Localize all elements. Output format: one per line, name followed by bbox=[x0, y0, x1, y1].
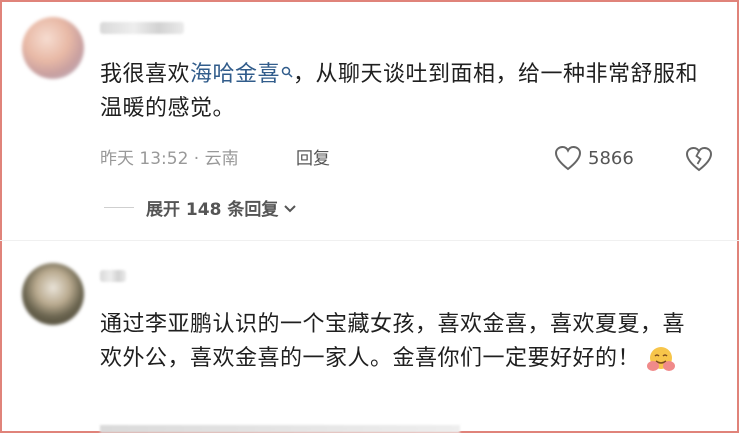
expand-divider bbox=[104, 207, 134, 208]
hugging-emoji bbox=[646, 344, 676, 374]
comment-divider bbox=[0, 240, 739, 241]
dislike-button[interactable] bbox=[684, 145, 714, 177]
chevron-down-icon bbox=[284, 204, 297, 212]
comment-text-body: 通过李亚鹏认识的一个宝藏女孩，喜欢金喜，喜欢夏夏，喜欢外公，喜欢金喜的一家人。金… bbox=[100, 312, 686, 371]
search-icon bbox=[281, 58, 293, 92]
reply-button[interactable]: 回复 bbox=[296, 144, 330, 169]
username-blurred[interactable] bbox=[100, 270, 126, 282]
avatar[interactable] bbox=[22, 17, 84, 79]
heart-icon bbox=[554, 145, 582, 171]
expand-replies-button[interactable]: 展开 148 条回复 bbox=[104, 195, 298, 220]
comment-text: 通过李亚鹏认识的一个宝藏女孩，喜欢金喜，喜欢夏夏，喜欢外公，喜欢金喜的一家人。金… bbox=[100, 308, 700, 376]
cut-off-content bbox=[100, 425, 460, 433]
comment-text: 我很喜欢海哈金喜 ，从聊天谈吐到面相，给一种非常舒服和温暖的感觉。 bbox=[100, 58, 700, 126]
topic-link[interactable]: 海哈金喜 bbox=[190, 62, 293, 87]
like-count: 5866 bbox=[588, 147, 634, 169]
comment-text-before: 我很喜欢 bbox=[100, 62, 191, 87]
expand-replies-label: 展开 148 条回复 bbox=[146, 200, 279, 220]
like-button[interactable]: 5866 bbox=[554, 145, 634, 171]
comment-meta: 昨天 13:52 · 云南 bbox=[100, 149, 239, 169]
username-blurred[interactable] bbox=[100, 22, 184, 34]
broken-heart-icon bbox=[685, 146, 713, 172]
avatar[interactable] bbox=[22, 263, 84, 325]
topic-link-label: 海哈金喜 bbox=[190, 62, 281, 87]
